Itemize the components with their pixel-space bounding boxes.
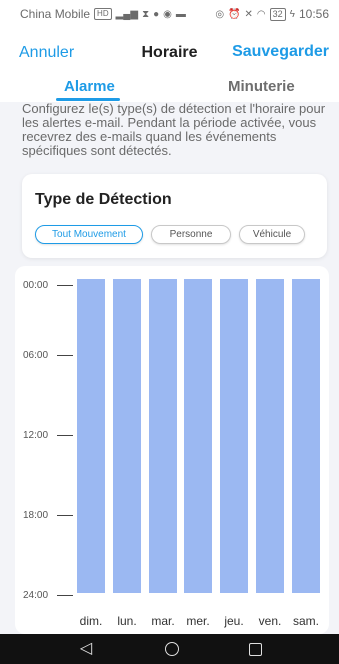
hourglass-icon: ⧗: [142, 8, 150, 20]
time-tick: [57, 285, 73, 286]
day-label-thu: jeu.: [224, 614, 244, 628]
time-label-1200: 12:00: [23, 430, 49, 441]
eye-icon: ◎: [215, 8, 225, 20]
schedule-column-tue[interactable]: [149, 279, 177, 593]
carrier-name: China Mobile: [20, 7, 91, 21]
schedule-column-sun[interactable]: [77, 279, 105, 593]
detection-type-card: Type de Détection Tout Mouvement Personn…: [22, 174, 327, 258]
tab-timer[interactable]: Minuterie: [228, 78, 295, 95]
tab-alarm[interactable]: Alarme: [64, 78, 115, 95]
time-tick: [57, 435, 73, 436]
status-left: China Mobile HD ▂▄▆ ⧗ ● ◉ ▬: [20, 7, 186, 21]
day-label-fri: ven.: [258, 614, 282, 628]
time-tick: [57, 595, 73, 596]
time-label-0000: 00:00: [23, 280, 49, 291]
schedule-column-mon[interactable]: [113, 279, 141, 593]
chip-person[interactable]: Personne: [151, 225, 231, 244]
tab-bar: Alarme Minuterie: [0, 76, 339, 102]
chip-vehicle[interactable]: Véhicule: [239, 225, 305, 244]
recents-icon[interactable]: [249, 642, 262, 656]
time-label-1800: 18:00: [23, 510, 49, 521]
clock: 10:56: [298, 7, 329, 21]
schedule-grid: 00:00 06:00 12:00 18:00 24:00 dim. lun. …: [15, 266, 329, 634]
day-label-mon: lun.: [117, 614, 137, 628]
schedule-column-fri[interactable]: [256, 279, 284, 593]
day-label-sat: sam.: [292, 614, 319, 628]
day-label-sun: dim.: [79, 614, 103, 628]
description-text: Configurez le(s) type(s) de détection et…: [22, 101, 326, 158]
nav-bar: Annuler Horaire Sauvegarder: [0, 28, 339, 76]
notification-icon: ●: [153, 8, 160, 20]
back-icon[interactable]: ◁: [77, 641, 95, 657]
chip-all-motion[interactable]: Tout Mouvement: [35, 225, 143, 244]
system-nav-bar: ◁: [0, 634, 339, 664]
wifi-icon: ◠: [256, 8, 266, 20]
time-tick: [57, 515, 73, 516]
status-bar: China Mobile HD ▂▄▆ ⧗ ● ◉ ▬ ◎ ⏰ ✕ ◠ 32 ϟ…: [0, 0, 339, 28]
schedule-column-thu[interactable]: [220, 279, 248, 593]
day-label-wed: mer.: [186, 614, 210, 628]
mute-icon: ✕: [244, 8, 253, 20]
schedule-column-sat[interactable]: [292, 279, 320, 593]
schedule-column-wed[interactable]: [184, 279, 212, 593]
status-right: ◎ ⏰ ✕ ◠ 32 ϟ 10:56: [215, 7, 329, 21]
time-tick: [57, 355, 73, 356]
day-label-tue: mar.: [151, 614, 175, 628]
hd-icon: HD: [94, 8, 112, 20]
time-label-2400: 24:00: [23, 590, 49, 601]
detection-type-title: Type de Détection: [35, 191, 172, 208]
save-button[interactable]: Sauvegarder: [232, 43, 329, 61]
detection-chips: Tout Mouvement Personne Véhicule: [35, 225, 305, 244]
charging-icon: ϟ: [289, 8, 295, 20]
signal-icon: ▂▄▆: [115, 8, 139, 20]
message-icon: ▬: [175, 8, 186, 20]
app-icon: ◉: [163, 8, 172, 20]
home-icon[interactable]: [165, 642, 179, 656]
time-label-0600: 06:00: [23, 350, 49, 361]
battery-icon: 32: [269, 7, 286, 21]
alarm-icon: ⏰: [228, 8, 241, 20]
